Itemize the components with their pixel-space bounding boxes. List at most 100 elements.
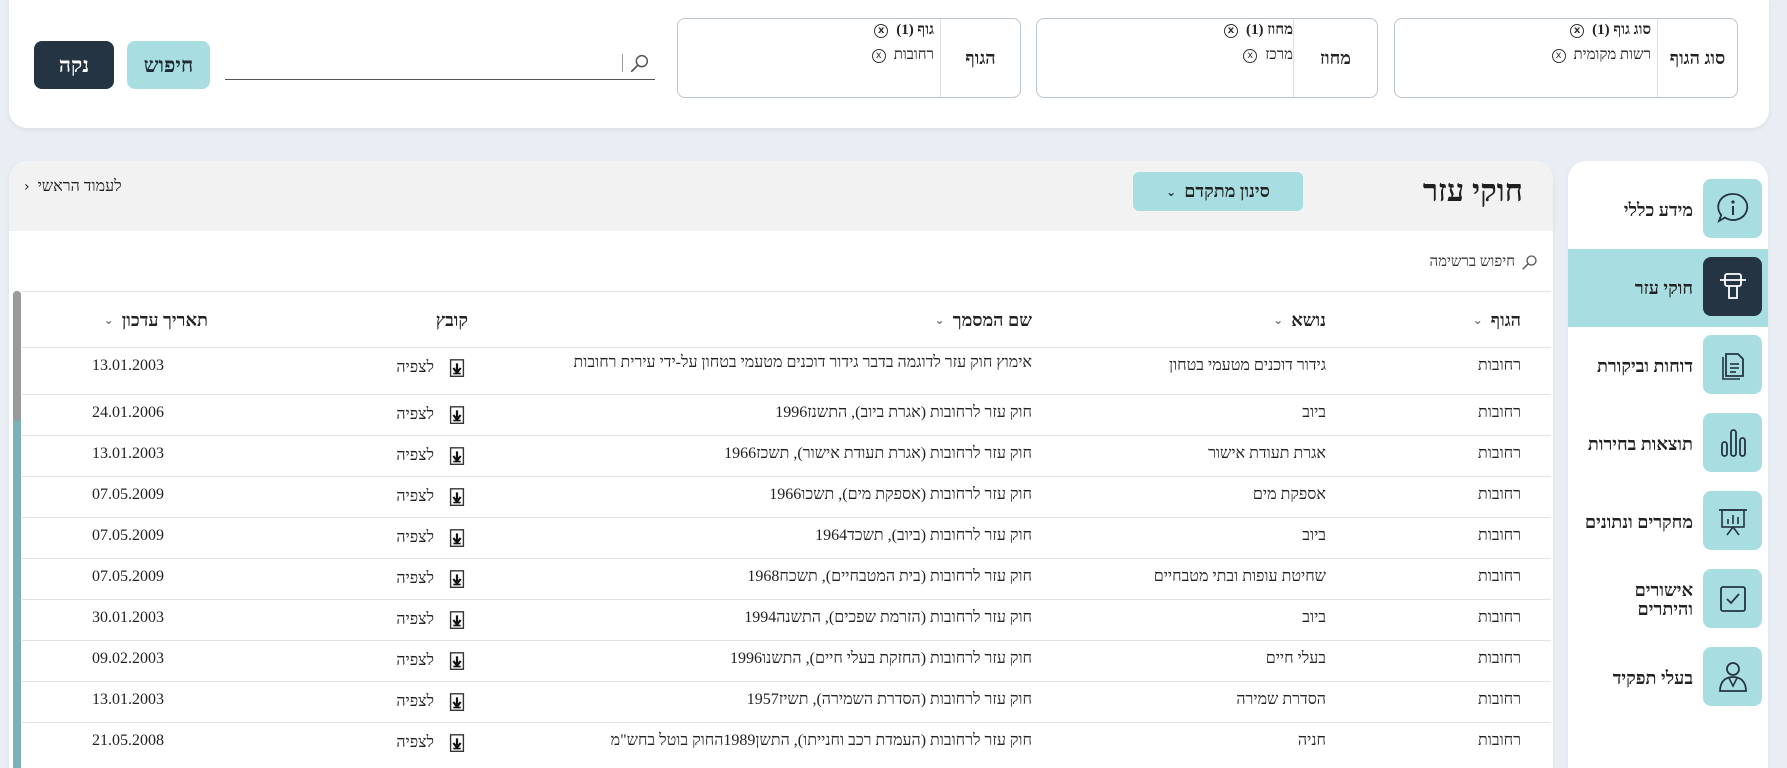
filter-body-heading: גוף (1) x (874, 22, 934, 39)
sidebar-item-label: בעלי תפקיד (1612, 667, 1693, 688)
close-icon[interactable]: x (1570, 23, 1585, 38)
search-input[interactable] (225, 46, 617, 78)
gavel-icon (1703, 257, 1762, 316)
sidebar-item-label: מידע כללי (1623, 199, 1693, 220)
cell-body: רחובות (1478, 650, 1521, 667)
close-icon[interactable]: x (1551, 48, 1566, 63)
scrollbar-thumb[interactable] (13, 291, 21, 421)
cell-document-name: חוק עזר לרחובות (ביוב), תשכד1964 (815, 527, 1032, 544)
main-panel: חוקי עזר סינון מתקדם ⌄ לעמוד הראשי ‹ חיפ… (9, 161, 1553, 768)
table-row[interactable]: רחובות אספקת מים חוק עזר לרחובות (אספקת מי… (22, 476, 1551, 517)
sidebar-item-permits[interactable]: אישורים והיתרים (1568, 561, 1768, 639)
table-row[interactable]: רחובות ביוב חוק עזר לרחובות (ביוב), תשכד19… (22, 517, 1551, 558)
presentation-icon (1703, 491, 1762, 550)
cell-update-date: 21.05.2008 (92, 732, 164, 749)
sidebar-item-bylaws[interactable]: חוקי עזר (1568, 249, 1768, 327)
info-icon (1703, 179, 1762, 238)
cell-body: רחובות (1478, 732, 1521, 749)
bar-chart-icon (1703, 413, 1762, 472)
filter-body[interactable]: הגוף גוף (1) x רחובות x (677, 18, 1021, 98)
table-row[interactable]: רחובות ביוב חוק עזר לרחובות (אגרת ביוב), ה… (22, 394, 1551, 435)
sidebar-item-label: דוחות וביקורת (1596, 355, 1693, 376)
document-icon (1703, 335, 1762, 394)
close-icon[interactable]: x (1243, 48, 1258, 63)
people-icon (1703, 647, 1762, 706)
chevron-down-icon: ⌄ (1166, 184, 1177, 199)
cell-body: רחובות (1478, 404, 1521, 421)
column-header-topic[interactable]: נושא ⌄ (1273, 292, 1326, 348)
cell-update-date: 07.05.2009 (92, 486, 164, 503)
filter-body-chip: רחובות x (871, 47, 934, 64)
cell-document-name: חוק עזר לרחובות (אגרת תעודת אישור), תשכז… (724, 445, 1032, 462)
table-row[interactable]: רחובות שחיטת עופות ובתי מטבחיים חוק עזר לר… (22, 558, 1551, 599)
cell-topic: הסדרת שמירה (1236, 691, 1326, 708)
advanced-filter-button[interactable]: סינון מתקדם ⌄ (1133, 172, 1303, 211)
sidebar-item-research[interactable]: מחקרים ונתונים (1568, 483, 1768, 561)
cell-document-name: חוק עזר לרחובות (הסדרת השמירה), תשיז1957 (746, 691, 1032, 708)
download-file-icon (449, 693, 465, 711)
back-to-home-link[interactable]: לעמוד הראשי ‹ (24, 178, 122, 196)
filter-body-type-chip: רשות מקומית x (1551, 47, 1651, 64)
cell-update-date: 13.01.2003 (92, 445, 164, 462)
cell-document-name: חוק עזר לרחובות (אגרת ביוב), התשנז1996 (775, 404, 1032, 421)
cell-update-date: 13.01.2003 (92, 357, 164, 374)
list-search[interactable]: חיפוש ברשימה (1429, 253, 1539, 271)
view-file-link[interactable]: לצפיה (396, 568, 468, 590)
filter-body-type-label: סוג הגוף (1657, 19, 1737, 97)
search-icon[interactable] (629, 52, 651, 74)
cell-body: רחובות (1478, 691, 1521, 708)
cell-topic: ביוב (1302, 527, 1326, 544)
sidebar-item-election-results[interactable]: תוצאות בחירות (1568, 405, 1768, 483)
table-row[interactable]: רחובות הסדרת שמירה חוק עזר לרחובות (הסדרת … (22, 681, 1551, 722)
view-file-link[interactable]: לצפיה (396, 404, 468, 426)
table-row[interactable]: רחובות בעלי חיים חוק עזר לרחובות (החזקת בע… (22, 640, 1551, 681)
table-row[interactable]: רחובות גידור דוכנים מטעמי בטחון אימוץ חוק … (22, 347, 1551, 394)
chevron-down-icon: ⌄ (1472, 313, 1483, 327)
chevron-down-icon: ⌄ (934, 313, 945, 327)
view-file-link[interactable]: לצפיה (396, 527, 468, 549)
sidebar-item-general-info[interactable]: מידע כללי (1568, 171, 1768, 249)
view-file-link[interactable]: לצפיה (396, 357, 468, 379)
close-icon[interactable]: x (1223, 23, 1238, 38)
scrollbar[interactable] (13, 291, 21, 768)
checkbox-icon (1703, 569, 1762, 628)
sidebar-item-officials[interactable]: בעלי תפקיד (1568, 639, 1768, 717)
close-icon[interactable]: x (874, 23, 889, 38)
close-icon[interactable]: x (871, 48, 886, 63)
table-row[interactable]: רחובות חניה חוק עזר לרחובות (העמדת רכב וחנ… (22, 722, 1551, 763)
column-header-document-name[interactable]: שם המסמך ⌄ (935, 292, 1032, 348)
view-file-link[interactable]: לצפיה (396, 445, 468, 467)
view-file-link[interactable]: לצפיה (396, 650, 468, 672)
clear-button[interactable]: נקה (34, 41, 114, 89)
download-file-icon (449, 359, 465, 377)
cell-topic: ביוב (1302, 404, 1326, 421)
view-file-link[interactable]: לצפיה (396, 486, 468, 508)
cell-document-name: חוק עזר לרחובות (הזרמת שפכים), התשנה1994 (744, 609, 1032, 626)
cell-topic: שחיטת עופות ובתי מטבחיים (1153, 568, 1326, 585)
view-file-link[interactable]: לצפיה (396, 609, 468, 631)
table-row[interactable]: רחובות אגרת תעודת אישור חוק עזר לרחובות (א… (22, 435, 1551, 476)
cell-topic: גידור דוכנים מטעמי בטחון (1168, 357, 1326, 374)
cell-update-date: 13.01.2003 (92, 691, 164, 708)
cell-body: רחובות (1478, 527, 1521, 544)
filter-body-type[interactable]: סוג הגוף סוג גוף (1) x רשות מקומית x (1394, 18, 1738, 98)
cell-document-name: חוק עזר לרחובות (בית המטבחיים), תשכח1968 (747, 568, 1032, 585)
search-field (225, 46, 655, 80)
sidebar-item-label: תוצאות בחירות (1587, 433, 1693, 454)
filter-panel: סוג הגוף סוג גוף (1) x רשות מקומית x מחו… (9, 0, 1769, 128)
column-header-body[interactable]: הגוף ⌄ (1473, 292, 1521, 348)
column-header-file: קובץ (435, 309, 468, 330)
search-button[interactable]: חיפוש (127, 41, 210, 89)
column-header-update-date[interactable]: תאריך עדכון ⌄ (104, 292, 208, 348)
view-file-link[interactable]: לצפיה (396, 732, 468, 754)
page-title: חוקי עזר (1422, 173, 1523, 208)
cell-document-name: חוק עזר לרחובות (אספקת מים), תשכו1966 (769, 486, 1032, 503)
filter-district[interactable]: מחוז מחוז (1) x מרכז x (1036, 18, 1378, 98)
sidebar-item-reports[interactable]: דוחות וביקורת (1568, 327, 1768, 405)
filter-district-chip: מרכז x (1243, 47, 1293, 64)
download-file-icon (449, 570, 465, 588)
chevron-left-icon: ‹ (24, 179, 30, 195)
table-row[interactable]: רחובות ביוב חוק עזר לרחובות (הזרמת שפכים),… (22, 599, 1551, 640)
bylaws-table: הגוף ⌄ נושא ⌄ שם המסמך ⌄ קובץ תאריך עדכון ⌄ … (22, 291, 1551, 768)
view-file-link[interactable]: לצפיה (396, 691, 468, 713)
